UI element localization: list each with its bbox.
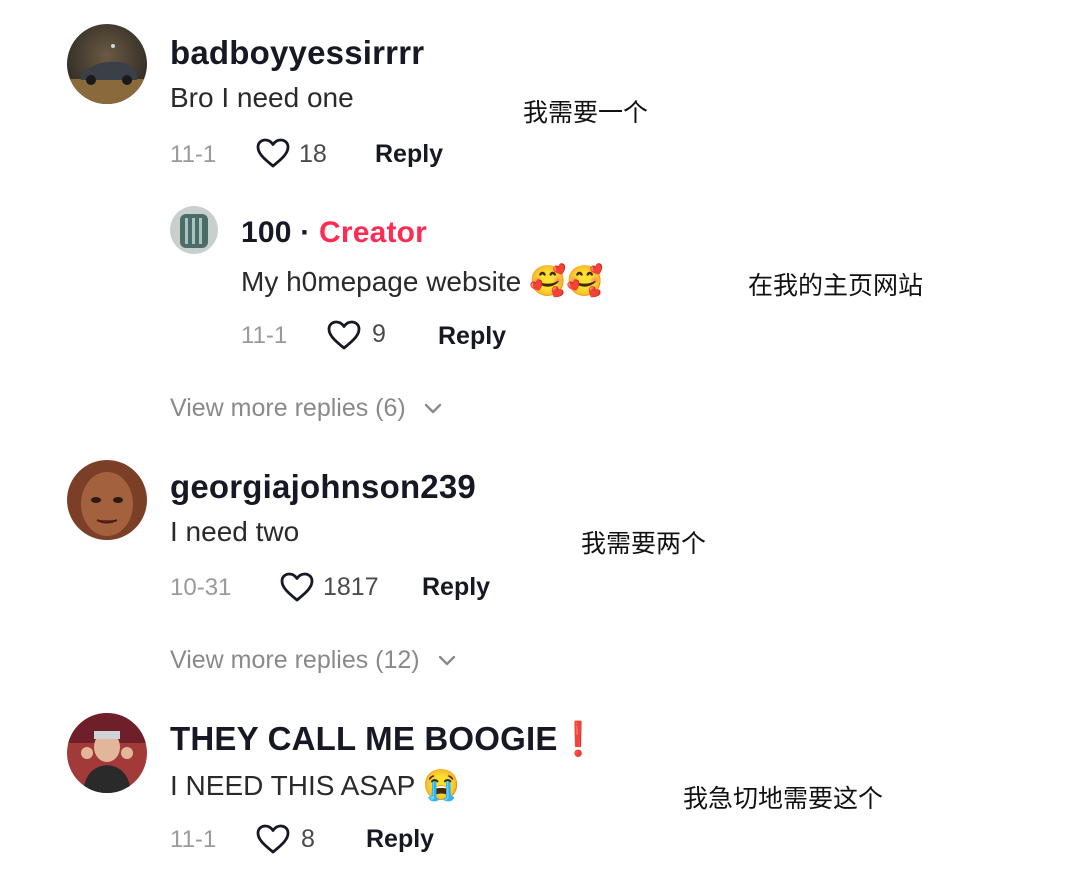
translation-text: 我需要一个 <box>523 98 649 127</box>
reply-text: My h0mepage website <box>241 266 522 297</box>
comment-text-row: I NEED THIS ASAP 😭 <box>170 768 460 803</box>
avatar[interactable] <box>170 206 218 254</box>
separator-dot: · <box>300 216 311 249</box>
comment-username[interactable]: badboyyessirrrr <box>170 34 424 72</box>
comment-text: Bro I need one <box>170 82 354 113</box>
heart-outline-icon[interactable] <box>326 319 362 351</box>
translation-text: 在我的主页网站 <box>748 271 924 300</box>
comment-username[interactable]: THEY CALL ME BOOGIE <box>170 720 558 757</box>
view-more-label: View more replies (12) <box>170 646 420 674</box>
reply-button[interactable]: Reply <box>422 573 490 602</box>
comment-text: I need two <box>170 516 300 547</box>
like-count: 1817 <box>323 573 379 601</box>
avatar[interactable] <box>67 24 147 104</box>
reply-date: 11-1 <box>241 322 288 349</box>
comment-date: 11-1 <box>170 141 217 168</box>
avatar[interactable] <box>67 713 147 793</box>
comment-username-row: THEY CALL ME BOOGIE❗ <box>170 720 599 759</box>
comment-date: 10-31 <box>170 574 232 601</box>
like-count: 18 <box>299 140 327 168</box>
view-more-label: View more replies (6) <box>170 394 406 422</box>
heart-outline-icon[interactable] <box>255 823 291 855</box>
avatar-image-face <box>67 460 147 540</box>
reply-button[interactable]: Reply <box>375 140 443 169</box>
creator-badge: Creator <box>318 216 428 249</box>
loudly-crying-emoji: 😭 <box>422 769 460 802</box>
avatar-image-person <box>67 713 147 793</box>
comment-username[interactable]: georgiajohnson239 <box>170 468 476 506</box>
chevron-down-icon <box>424 404 441 414</box>
reply-username[interactable]: 100 <box>241 216 292 249</box>
translation-text: 我需要两个 <box>581 529 707 558</box>
heart-outline-icon[interactable] <box>255 137 291 169</box>
view-more-replies-button[interactable]: View more replies (6) <box>170 394 443 423</box>
heart-outline-icon[interactable] <box>279 571 315 603</box>
chevron-down-icon <box>438 656 455 666</box>
reply-button[interactable]: Reply <box>366 825 434 854</box>
avatar[interactable] <box>67 460 147 540</box>
view-more-replies-button[interactable]: View more replies (12) <box>170 646 457 675</box>
reply-text-row: My h0mepage website 🥰🥰 <box>241 264 604 299</box>
avatar-image-vial <box>170 206 218 254</box>
like-count: 8 <box>301 825 315 853</box>
like-count: 9 <box>372 320 386 348</box>
comment-date: 11-1 <box>170 826 217 853</box>
reply-button[interactable]: Reply <box>438 322 506 351</box>
avatar-image-car <box>67 24 147 104</box>
exclamation-emoji: ❗ <box>557 720 599 757</box>
translation-text: 我急切地需要这个 <box>683 784 884 813</box>
smiling-hearts-emoji: 🥰🥰 <box>528 265 604 298</box>
comment-text: I NEED THIS ASAP <box>170 770 415 801</box>
reply-username-row: 100 · Creator <box>241 216 427 250</box>
